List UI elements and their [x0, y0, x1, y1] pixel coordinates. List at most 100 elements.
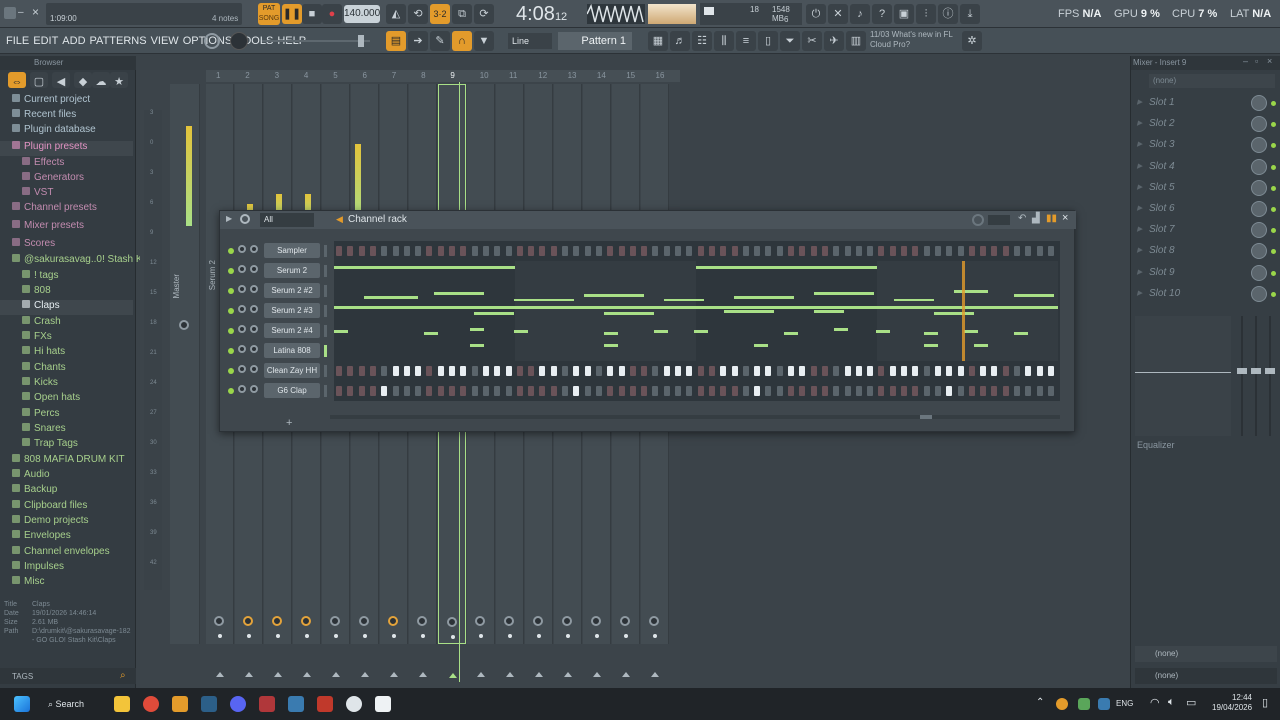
- step-button[interactable]: [912, 246, 919, 256]
- browser-item-30[interactable]: Impulses: [0, 561, 64, 576]
- rack-pitch-knob[interactable]: [972, 214, 984, 226]
- note[interactable]: [470, 344, 484, 347]
- effect-slot-9[interactable]: ▶ Slot 9: [1137, 264, 1277, 284]
- step-button[interactable]: [595, 366, 602, 376]
- channel-sequence[interactable]: [334, 321, 1060, 341]
- discord-icon[interactable]: [230, 696, 246, 712]
- app-icon-2[interactable]: [288, 696, 304, 712]
- note[interactable]: [974, 344, 988, 347]
- channel-sequence[interactable]: [334, 281, 1060, 302]
- channel-name-button[interactable]: Serum 2: [264, 263, 320, 278]
- channel-pan-knob[interactable]: [250, 245, 258, 253]
- snap-select[interactable]: Line: [508, 33, 552, 49]
- browser-item-13[interactable]: Claps: [0, 300, 133, 315]
- effect-slot-2[interactable]: ▶ Slot 2: [1137, 115, 1277, 135]
- send-arrow-icon[interactable]: [477, 672, 485, 677]
- send-arrow-icon[interactable]: [622, 672, 630, 677]
- channel-volume-knob[interactable]: [238, 325, 246, 333]
- channel-volume-knob[interactable]: [238, 285, 246, 293]
- step-button[interactable]: [494, 366, 501, 376]
- step-button[interactable]: [742, 246, 749, 256]
- battery-icon[interactable]: ▭: [1186, 696, 1196, 709]
- rack-menu-arrow[interactable]: ▶: [226, 214, 232, 223]
- step-button[interactable]: [1036, 386, 1043, 396]
- channel-pan-knob[interactable]: [250, 345, 258, 353]
- step-button[interactable]: [980, 246, 987, 256]
- browser-item-7[interactable]: Channel presets: [0, 202, 97, 217]
- step-button[interactable]: [912, 366, 919, 376]
- rack-slider[interactable]: [988, 215, 1010, 225]
- channel-sequence[interactable]: [334, 361, 1060, 381]
- browser-star-icon[interactable]: ★: [110, 72, 128, 88]
- step-button[interactable]: [754, 246, 761, 256]
- step-button[interactable]: [539, 386, 546, 396]
- step-button[interactable]: [437, 246, 444, 256]
- step-button[interactable]: [471, 366, 478, 376]
- slot-mix-knob[interactable]: [1251, 264, 1267, 281]
- step-button[interactable]: [652, 246, 659, 256]
- step-button[interactable]: [539, 246, 546, 256]
- channel-sequence[interactable]: [334, 381, 1060, 401]
- step-button[interactable]: [957, 246, 964, 256]
- pan-knob[interactable]: [447, 617, 457, 627]
- step-button[interactable]: [369, 246, 376, 256]
- step-button[interactable]: [482, 246, 489, 256]
- channel-select-indicator[interactable]: [324, 385, 327, 397]
- step-button[interactable]: [776, 386, 783, 396]
- pan-knob[interactable]: [620, 616, 630, 626]
- menu-patterns[interactable]: PATTERNS: [90, 28, 147, 54]
- slot-mix-knob[interactable]: [1251, 222, 1267, 239]
- send-arrow-icon[interactable]: [245, 672, 253, 677]
- step-button[interactable]: [980, 386, 987, 396]
- pan-knob[interactable]: [591, 616, 601, 626]
- channel-pan-knob[interactable]: [250, 325, 258, 333]
- note[interactable]: [814, 310, 844, 313]
- step-button[interactable]: [968, 386, 975, 396]
- effect-slot-7[interactable]: ▶ Slot 7: [1137, 221, 1277, 241]
- pan-knob[interactable]: [504, 616, 514, 626]
- step-button[interactable]: [799, 386, 806, 396]
- step-button[interactable]: [369, 386, 376, 396]
- channel-mute-led[interactable]: [228, 268, 234, 274]
- pan-knob[interactable]: [301, 616, 311, 626]
- help-icon[interactable]: ?: [872, 4, 892, 24]
- step-button[interactable]: [957, 386, 964, 396]
- step-button[interactable]: [833, 366, 840, 376]
- slot-enable-led[interactable]: [1271, 207, 1276, 212]
- note[interactable]: [924, 344, 938, 347]
- step-button[interactable]: [471, 246, 478, 256]
- record-button[interactable]: ●: [322, 4, 342, 24]
- channel-mute-led[interactable]: [228, 348, 234, 354]
- step-button[interactable]: [336, 366, 342, 376]
- step-button[interactable]: [595, 246, 602, 256]
- note[interactable]: [924, 332, 938, 335]
- step-button[interactable]: [482, 366, 489, 376]
- volume-icon[interactable]: 🔈︎: [1168, 696, 1175, 709]
- countdown-button[interactable]: 3·2: [430, 4, 450, 24]
- step-button[interactable]: [878, 246, 885, 256]
- step-button[interactable]: [1047, 386, 1054, 396]
- step-button[interactable]: [675, 366, 681, 376]
- step-button[interactable]: [697, 246, 704, 256]
- route-dot[interactable]: [537, 634, 541, 638]
- effect-slot-3[interactable]: ▶ Slot 3: [1137, 136, 1277, 156]
- step-button[interactable]: [550, 386, 557, 396]
- playlist-view-icon[interactable]: ▤: [386, 31, 406, 51]
- send-arrow-icon[interactable]: [274, 672, 282, 677]
- pan-knob[interactable]: [417, 616, 427, 626]
- effect-slot-1[interactable]: ▶ Slot 1: [1137, 94, 1277, 114]
- mixer-view-icon[interactable]: ⫼: [714, 31, 734, 51]
- app-icon-5[interactable]: [375, 696, 391, 712]
- rack-undo-icon[interactable]: ↶: [1018, 213, 1026, 224]
- note[interactable]: [954, 290, 988, 293]
- channel-pan-knob[interactable]: [250, 385, 258, 393]
- step-button[interactable]: [629, 366, 636, 376]
- step-button[interactable]: [381, 366, 388, 376]
- pause-button[interactable]: ❚❚: [282, 4, 302, 24]
- note[interactable]: [934, 312, 974, 315]
- channel-select-indicator[interactable]: [324, 285, 327, 297]
- menu-edit[interactable]: EDIT: [33, 28, 58, 54]
- step-button[interactable]: [686, 386, 693, 396]
- step-button[interactable]: [742, 386, 749, 396]
- close-button[interactable]: ×: [32, 5, 44, 19]
